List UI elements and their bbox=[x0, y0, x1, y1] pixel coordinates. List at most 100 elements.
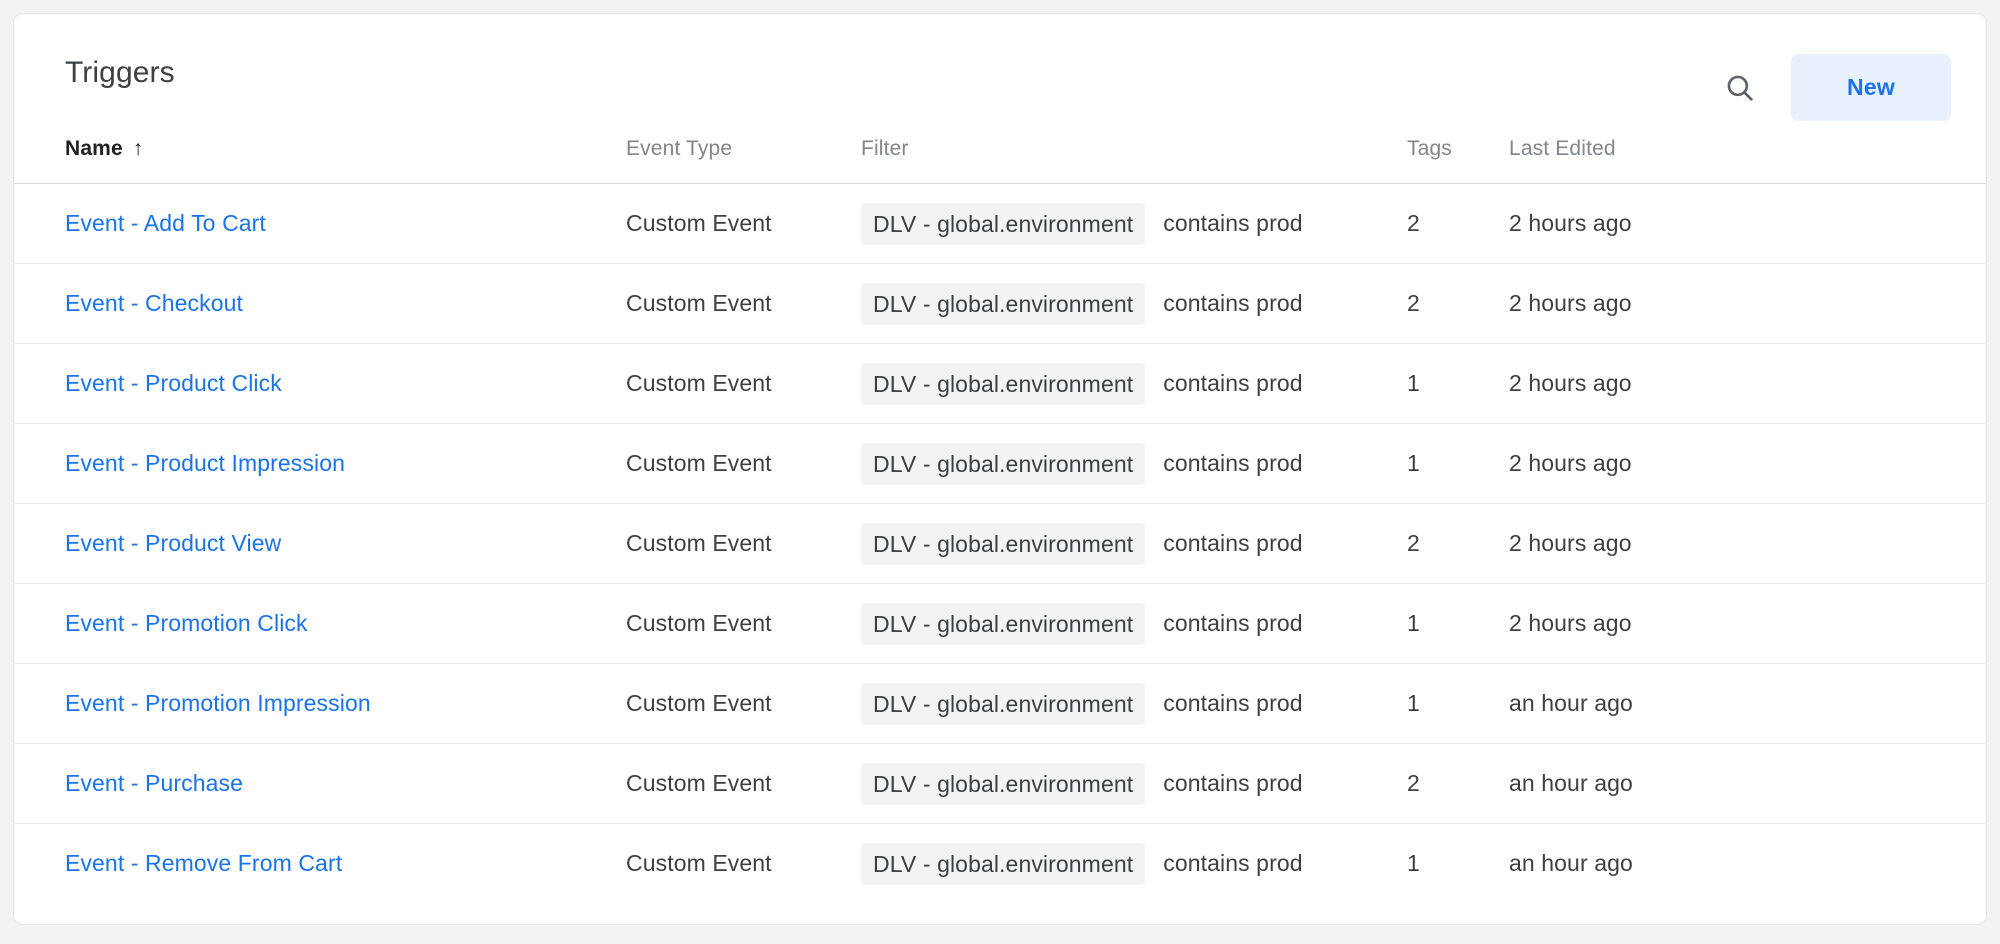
cell-tags: 2 bbox=[1364, 503, 1469, 584]
trigger-name-link[interactable]: Event - Product View bbox=[65, 530, 281, 556]
filter-condition: contains prod bbox=[1163, 370, 1303, 396]
trigger-name-link[interactable]: Event - Add To Cart bbox=[65, 210, 266, 236]
filter-variable-chip: DLV - global.environment bbox=[861, 762, 1146, 805]
column-header-filter[interactable]: Filter bbox=[809, 137, 1364, 184]
cell-tags: 1 bbox=[1364, 663, 1469, 744]
cell-event-type: Custom Event bbox=[574, 183, 809, 264]
table-row: Event - Promotion Impression Custom Event… bbox=[14, 663, 1986, 744]
search-icon bbox=[1723, 71, 1757, 105]
filter-cell: DLV - global.environment contains prod bbox=[861, 762, 1364, 805]
filter-condition: contains prod bbox=[1163, 690, 1303, 716]
cell-last-edited: 2 hours ago bbox=[1469, 183, 1986, 264]
filter-variable-chip: DLV - global.environment bbox=[861, 682, 1146, 725]
column-header-name-label: Name bbox=[65, 137, 123, 160]
cell-name: Event - Remove From Cart bbox=[14, 824, 574, 904]
cell-tags: 1 bbox=[1364, 583, 1469, 664]
sort-ascending-icon: ↑ bbox=[132, 137, 144, 160]
cell-name: Event - Add To Cart bbox=[14, 183, 574, 264]
triggers-card: Triggers New Name ↑ Event Type Filter Tag… bbox=[13, 13, 1987, 925]
filter-condition: contains prod bbox=[1163, 450, 1303, 476]
cell-tags: 1 bbox=[1364, 343, 1469, 424]
cell-filter: DLV - global.environment contains prod bbox=[809, 183, 1364, 264]
filter-condition: contains prod bbox=[1163, 290, 1303, 316]
cell-filter: DLV - global.environment contains prod bbox=[809, 824, 1364, 904]
cell-filter: DLV - global.environment contains prod bbox=[809, 583, 1364, 664]
cell-filter: DLV - global.environment contains prod bbox=[809, 503, 1364, 584]
trigger-name-link[interactable]: Event - Checkout bbox=[65, 290, 243, 316]
cell-tags: 2 bbox=[1364, 743, 1469, 824]
filter-condition: contains prod bbox=[1163, 770, 1303, 796]
cell-last-edited: 2 hours ago bbox=[1469, 423, 1986, 504]
cell-filter: DLV - global.environment contains prod bbox=[809, 423, 1364, 504]
cell-last-edited: an hour ago bbox=[1469, 663, 1986, 744]
table-header-row: Name ↑ Event Type Filter Tags Last Edited bbox=[14, 137, 1986, 184]
cell-name: Event - Product Impression bbox=[14, 423, 574, 504]
filter-condition: contains prod bbox=[1163, 530, 1303, 556]
filter-variable-chip: DLV - global.environment bbox=[861, 282, 1146, 325]
new-button[interactable]: New bbox=[1791, 54, 1951, 121]
filter-cell: DLV - global.environment contains prod bbox=[861, 282, 1364, 325]
filter-variable-chip: DLV - global.environment bbox=[861, 362, 1146, 405]
cell-filter: DLV - global.environment contains prod bbox=[809, 263, 1364, 344]
cell-tags: 1 bbox=[1364, 423, 1469, 504]
filter-cell: DLV - global.environment contains prod bbox=[861, 602, 1364, 645]
header-actions: New bbox=[1719, 54, 1951, 121]
column-header-event-type[interactable]: Event Type bbox=[574, 137, 809, 184]
cell-last-edited: an hour ago bbox=[1469, 743, 1986, 824]
cell-last-edited: 2 hours ago bbox=[1469, 263, 1986, 344]
filter-variable-chip: DLV - global.environment bbox=[861, 842, 1146, 885]
trigger-name-link[interactable]: Event - Promotion Impression bbox=[65, 690, 371, 716]
trigger-name-link[interactable]: Event - Promotion Click bbox=[65, 610, 308, 636]
table-row: Event - Remove From Cart Custom Event DLV … bbox=[14, 824, 1986, 904]
cell-name: Event - Promotion Impression bbox=[14, 663, 574, 744]
search-button[interactable] bbox=[1719, 67, 1761, 109]
cell-event-type: Custom Event bbox=[574, 423, 809, 504]
filter-variable-chip: DLV - global.environment bbox=[861, 602, 1146, 645]
page-title: Triggers bbox=[65, 56, 175, 89]
table-row: Event - Promotion Click Custom Event DLV -… bbox=[14, 583, 1986, 664]
card-header: Triggers New bbox=[14, 14, 1986, 137]
filter-variable-chip: DLV - global.environment bbox=[861, 522, 1146, 565]
trigger-name-link[interactable]: Event - Remove From Cart bbox=[65, 850, 342, 876]
column-header-name[interactable]: Name ↑ bbox=[14, 137, 574, 184]
table-header: Name ↑ Event Type Filter Tags Last Edited bbox=[14, 137, 1986, 184]
filter-cell: DLV - global.environment contains prod bbox=[861, 522, 1364, 565]
cell-last-edited: an hour ago bbox=[1509, 850, 1633, 877]
cell-name: Event - Checkout bbox=[14, 263, 574, 344]
table-row: Event - Product View Custom Event DLV - gl… bbox=[14, 503, 1986, 584]
cell-event-type: Custom Event bbox=[574, 663, 809, 744]
filter-cell: DLV - global.environment contains prod bbox=[861, 442, 1364, 485]
cell-filter: DLV - global.environment contains prod bbox=[809, 663, 1364, 744]
filter-condition: contains prod bbox=[1163, 850, 1303, 877]
cell-last-edited: 2 hours ago bbox=[1469, 583, 1986, 664]
triggers-table: Name ↑ Event Type Filter Tags Last Edited… bbox=[14, 137, 1986, 904]
cell-event-type: Custom Event bbox=[574, 743, 809, 824]
cell-tags: 1 bbox=[1407, 850, 1420, 877]
cell-name: Event - Purchase bbox=[14, 743, 574, 824]
cell-name: Event - Product Click bbox=[14, 343, 574, 424]
cell-filter: DLV - global.environment contains prod bbox=[809, 343, 1364, 424]
trigger-name-link[interactable]: Event - Product Click bbox=[65, 370, 282, 396]
cell-event-type: Custom Event bbox=[626, 850, 772, 877]
filter-variable-chip: DLV - global.environment bbox=[861, 442, 1146, 485]
filter-cell: DLV - global.environment contains prod bbox=[861, 682, 1364, 725]
trigger-name-link[interactable]: Event - Product Impression bbox=[65, 450, 345, 476]
cell-name: Event - Promotion Click bbox=[14, 583, 574, 664]
cell-event-type: Custom Event bbox=[574, 343, 809, 424]
cell-tags: 2 bbox=[1364, 183, 1469, 264]
column-header-last-edited[interactable]: Last Edited bbox=[1469, 137, 1986, 184]
table-row: Event - Checkout Custom Event DLV - global… bbox=[14, 263, 1986, 344]
column-header-tags[interactable]: Tags bbox=[1364, 137, 1469, 184]
filter-condition: contains prod bbox=[1163, 210, 1303, 236]
filter-cell: DLV - global.environment contains prod bbox=[861, 202, 1364, 245]
filter-condition: contains prod bbox=[1163, 610, 1303, 636]
table-body: Event - Add To Cart Custom Event DLV - glo… bbox=[14, 183, 1986, 904]
cell-event-type: Custom Event bbox=[574, 583, 809, 664]
filter-cell: DLV - global.environment contains prod bbox=[861, 362, 1364, 405]
filter-cell: DLV - global.environment contains prod bbox=[861, 842, 1364, 885]
trigger-name-link[interactable]: Event - Purchase bbox=[65, 770, 243, 796]
cell-event-type: Custom Event bbox=[574, 263, 809, 344]
filter-variable-chip: DLV - global.environment bbox=[861, 202, 1146, 245]
table-row: Event - Product Impression Custom Event DL… bbox=[14, 423, 1986, 504]
cell-last-edited: 2 hours ago bbox=[1469, 343, 1986, 424]
